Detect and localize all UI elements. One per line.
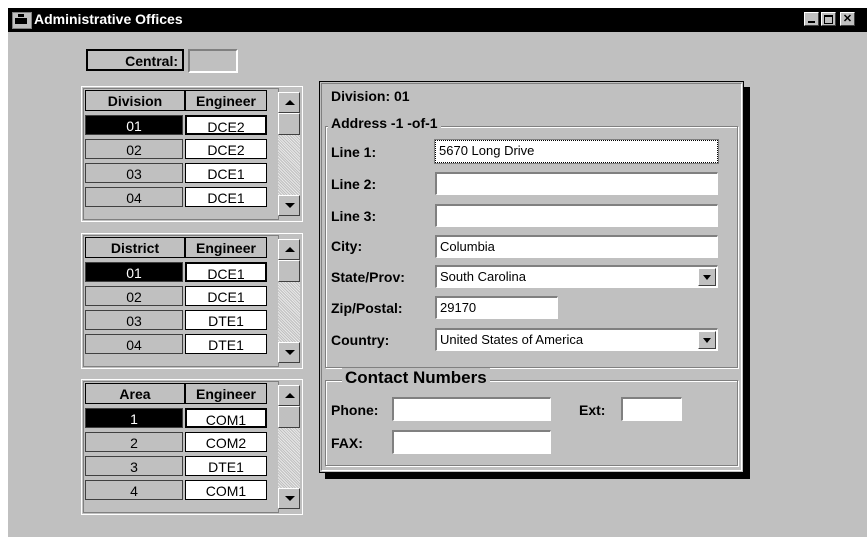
maximize-button[interactable] [821, 12, 836, 26]
app-icon[interactable] [12, 12, 32, 29]
fax-field[interactable] [392, 430, 551, 454]
ext-label: Ext: [579, 402, 606, 418]
district-header[interactable]: District [85, 237, 185, 258]
country-select[interactable]: United States of America [435, 328, 718, 351]
engineer-cell[interactable]: DCE1 [185, 262, 267, 282]
city-label: City: [331, 238, 363, 254]
central-label: Central: [86, 49, 184, 71]
contact-group: Contact Numbers Phone: Ext: FAX: [325, 368, 738, 466]
ext-field[interactable] [621, 397, 682, 421]
district-scrollbar[interactable] [278, 239, 300, 363]
area-header[interactable]: Area [85, 383, 185, 404]
area-scrollbar[interactable] [278, 385, 300, 509]
line3-label: Line 3: [331, 208, 377, 224]
engineer-cell[interactable]: DCE2 [185, 115, 267, 135]
country-value: United States of America [440, 332, 584, 347]
engineer-cell[interactable]: DCE1 [185, 286, 267, 306]
contact-group-title: Contact Numbers [342, 368, 490, 388]
state-value: South Carolina [440, 269, 526, 284]
main-window: Administrative Offices ✕ Central: Divisi… [7, 7, 867, 537]
dropdown-arrow-icon[interactable] [698, 331, 716, 349]
scroll-track[interactable] [278, 135, 300, 195]
scroll-down-arrow-icon[interactable] [278, 195, 300, 216]
area-grid: Area Engineer 1 COM1 2 COM2 3 DTE1 4 COM… [81, 379, 303, 515]
state-select[interactable]: South Carolina [435, 265, 718, 288]
engineer-header[interactable]: Engineer [185, 90, 267, 111]
division-scrollbar[interactable] [278, 92, 300, 216]
zip-label: Zip/Postal: [331, 300, 403, 316]
area-cell[interactable]: 2 [85, 432, 183, 452]
engineer-cell[interactable]: DCE1 [185, 163, 267, 183]
engineer-cell[interactable]: COM1 [185, 480, 267, 500]
central-field[interactable] [188, 49, 238, 73]
area-cell[interactable]: 3 [85, 456, 183, 476]
scroll-thumb[interactable] [278, 113, 300, 135]
address-group: Address -1 -of-1 Line 1: 5670 Long Drive… [325, 115, 738, 368]
minimize-button[interactable] [804, 12, 819, 26]
engineer-header[interactable]: Engineer [185, 383, 267, 404]
scroll-up-arrow-icon[interactable] [278, 239, 300, 260]
line1-field[interactable]: 5670 Long Drive [434, 139, 719, 164]
area-cell[interactable]: 4 [85, 480, 183, 500]
scroll-up-arrow-icon[interactable] [278, 92, 300, 113]
engineer-cell[interactable]: DTE1 [185, 334, 267, 354]
division-cell[interactable]: 03 [85, 163, 183, 183]
phone-field[interactable] [392, 397, 551, 421]
phone-label: Phone: [331, 402, 379, 418]
district-grid: District Engineer 01 DCE1 02 DCE1 03 DTE… [81, 233, 303, 369]
scroll-thumb[interactable] [278, 260, 300, 282]
engineer-cell[interactable]: DCE1 [185, 187, 267, 207]
dropdown-arrow-icon[interactable] [698, 268, 716, 286]
fax-label: FAX: [331, 435, 363, 451]
division-grid: Division Engineer 01 DCE2 02 DCE2 03 DCE… [81, 86, 303, 222]
district-cell[interactable]: 01 [85, 262, 183, 282]
window-title: Administrative Offices [34, 11, 183, 27]
scroll-up-arrow-icon[interactable] [278, 385, 300, 406]
engineer-cell[interactable]: DTE1 [185, 456, 267, 476]
division-title: Division: 01 [331, 88, 410, 104]
engineer-cell[interactable]: DCE2 [185, 139, 267, 159]
area-cell[interactable]: 1 [85, 408, 183, 428]
district-cell[interactable]: 03 [85, 310, 183, 330]
scroll-down-arrow-icon[interactable] [278, 342, 300, 363]
scroll-track[interactable] [278, 282, 300, 342]
scroll-track[interactable] [278, 428, 300, 488]
district-cell[interactable]: 04 [85, 334, 183, 354]
engineer-cell[interactable]: COM1 [185, 408, 267, 428]
division-cell[interactable]: 01 [85, 115, 183, 135]
close-button[interactable]: ✕ [840, 12, 855, 26]
engineer-cell[interactable]: COM2 [185, 432, 267, 452]
city-field[interactable]: Columbia [435, 235, 718, 258]
zip-field[interactable]: 29170 [435, 296, 558, 319]
district-cell[interactable]: 02 [85, 286, 183, 306]
line1-label: Line 1: [331, 144, 377, 160]
division-header[interactable]: Division [85, 90, 185, 111]
address-group-title: Address -1 -of-1 [328, 115, 441, 131]
division-cell[interactable]: 04 [85, 187, 183, 207]
scroll-thumb[interactable] [278, 406, 300, 428]
line2-label: Line 2: [331, 176, 377, 192]
title-bar[interactable]: Administrative Offices ✕ [8, 8, 867, 32]
scroll-down-arrow-icon[interactable] [278, 488, 300, 509]
state-label: State/Prov: [331, 269, 405, 285]
division-detail-panel: Division: 01 Address -1 -of-1 Line 1: 56… [319, 81, 744, 473]
engineer-cell[interactable]: DTE1 [185, 310, 267, 330]
line2-field[interactable] [435, 172, 718, 195]
engineer-header[interactable]: Engineer [185, 237, 267, 258]
division-cell[interactable]: 02 [85, 139, 183, 159]
country-label: Country: [331, 332, 390, 348]
line3-field[interactable] [435, 204, 718, 227]
